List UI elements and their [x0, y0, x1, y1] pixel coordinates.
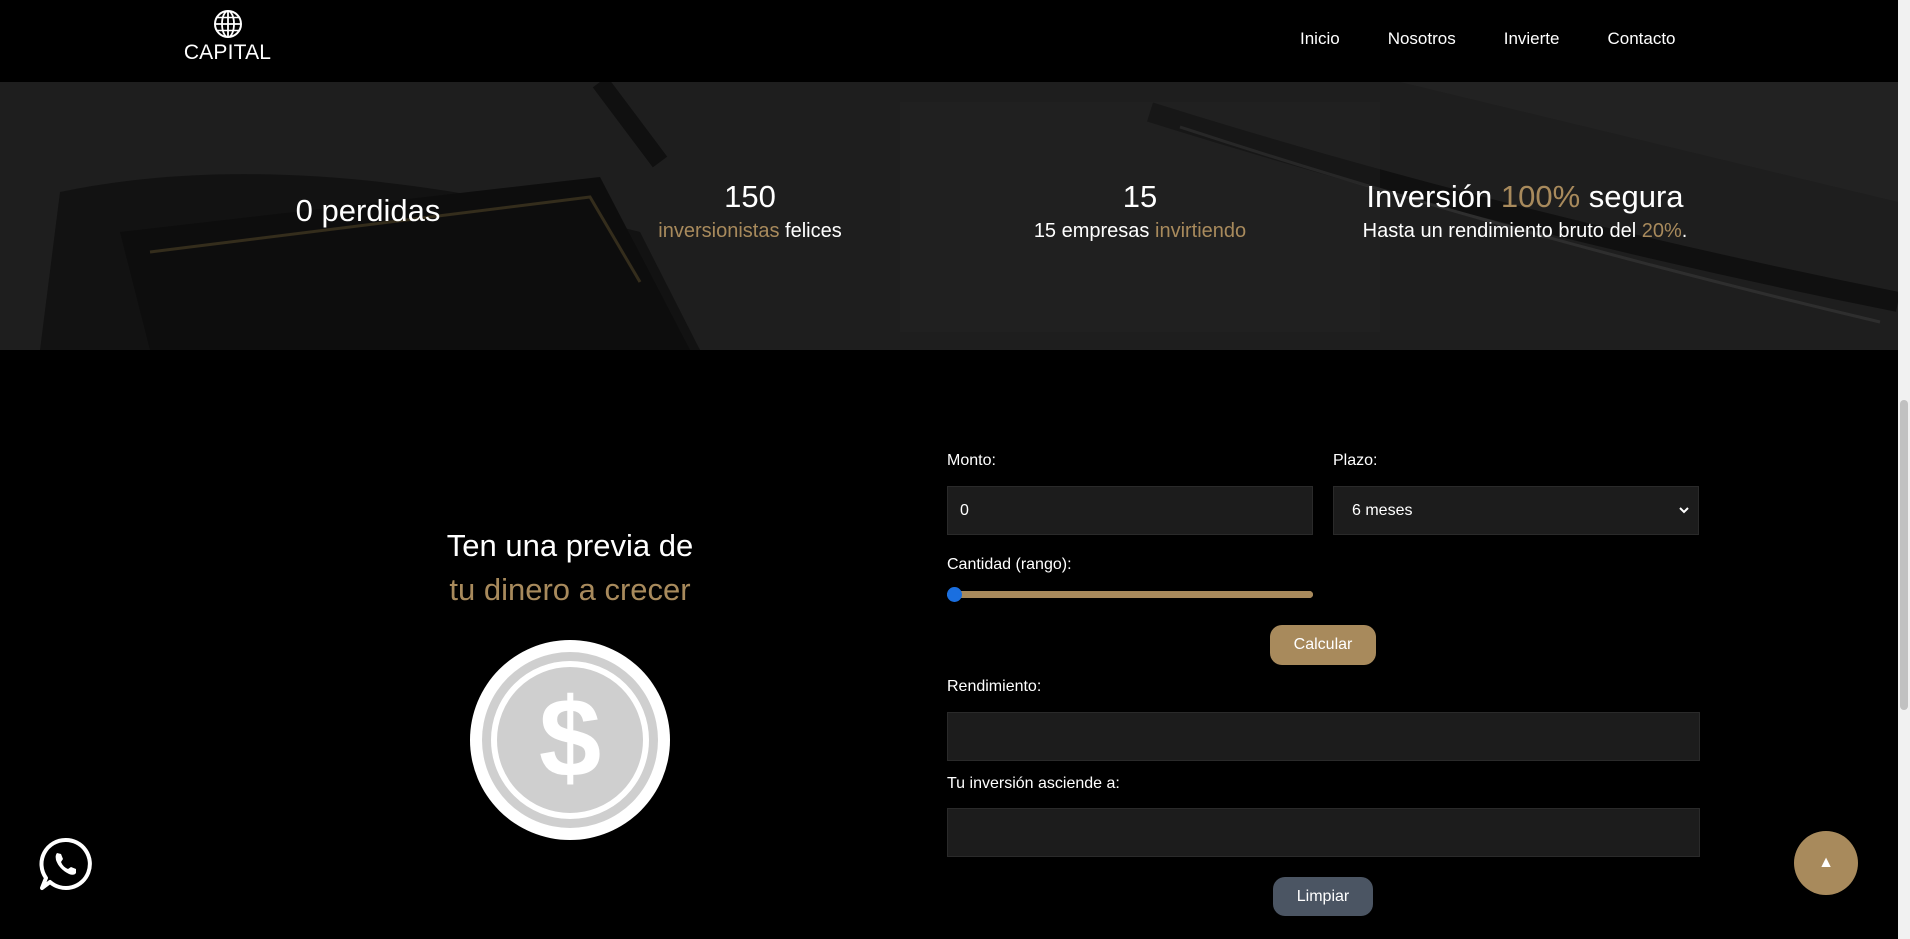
dollar-coin-icon: $ [470, 640, 670, 840]
globe-icon [213, 10, 242, 38]
brand-name: CAPITAL [183, 41, 272, 64]
stat-investors-caption-gold: inversionistas [658, 220, 780, 242]
promo-line-1: Ten una previa de [446, 528, 694, 563]
chevron-down-icon [1679, 507, 1689, 514]
nav-item-contacto[interactable]: Contacto [1607, 29, 1675, 49]
yield-label: Rendimiento: [947, 678, 1042, 695]
stat-secure-caption-pre: Hasta un rendimiento bruto del [1362, 220, 1637, 242]
scrollbar-thumb[interactable] [1900, 400, 1908, 710]
term-select[interactable]: 6 meses [1333, 486, 1699, 535]
range-fill [947, 591, 1313, 598]
stat-secure: Inversión 100% segura Hasta un rendimien… [1330, 178, 1720, 244]
stat-secure-title: Inversión 100% segura [1330, 178, 1720, 216]
stat-investors-value: 150 [724, 179, 776, 214]
range-label: Cantidad (rango): [947, 556, 1072, 573]
stat-investors-caption-rest: felices [785, 220, 842, 242]
total-output[interactable] [947, 808, 1700, 857]
stat-companies-value: 15 [1122, 179, 1158, 214]
clear-button[interactable]: Limpiar [1273, 877, 1373, 916]
navbar: CAPITAL Inicio Nosotros Invierte Contact… [0, 0, 1898, 82]
stat-companies-caption: 15 empresas invirtiendo [1000, 218, 1280, 244]
total-label: Tu inversión asciende a: [947, 775, 1120, 792]
nav-item-nosotros[interactable]: Nosotros [1388, 29, 1456, 49]
nav-menu: Inicio Nosotros Invierte Contacto [1300, 29, 1676, 49]
stat-companies: 15 15 empresas invirtiendo [1000, 178, 1280, 244]
yield-output[interactable] [947, 712, 1700, 761]
calculate-button[interactable]: Calcular [1270, 625, 1376, 665]
amount-input-value: 0 [960, 501, 969, 519]
term-select-value: 6 meses [1352, 501, 1413, 519]
nav-item-invierte[interactable]: Invierte [1504, 29, 1560, 49]
stat-losses-value: 0 perdidas [295, 193, 441, 228]
stat-secure-caption-gold: 20% [1641, 220, 1682, 242]
promo-line-2: tu dinero a crecer [449, 572, 691, 607]
page-scrollbar[interactable] [1898, 0, 1910, 939]
stat-companies-caption-gold: invirtiendo [1155, 220, 1247, 242]
amount-label: Monto: [947, 452, 996, 469]
svg-text:$: $ [539, 675, 601, 800]
whatsapp-icon[interactable] [38, 836, 94, 892]
nav-item-inicio[interactable]: Inicio [1300, 29, 1340, 49]
stat-secure-title-post: segura [1588, 179, 1684, 214]
stat-investors: 150 inversionistas felices [620, 178, 880, 244]
stat-secure-title-pre: Inversión [1366, 179, 1493, 214]
brand-logo[interactable]: CAPITAL [180, 9, 275, 65]
stat-secure-caption: Hasta un rendimiento bruto del 20%. [1330, 218, 1720, 244]
stats-banner: 0 perdidas 150 inversionistas felices 15… [0, 82, 1898, 350]
stat-companies-caption-rest: 15 empresas [1033, 220, 1150, 242]
stat-secure-caption-post: . [1681, 220, 1688, 242]
amount-input[interactable]: 0 [947, 486, 1313, 535]
stat-secure-title-gold: 100% [1500, 179, 1581, 214]
calculator-promo: Ten una previa de tu dinero a crecer [330, 524, 810, 612]
range-slider-thumb[interactable] [947, 587, 962, 602]
stat-losses: 0 perdidas [268, 192, 468, 230]
term-label: Plazo: [1333, 452, 1378, 469]
stat-investors-caption: inversionistas felices [620, 218, 880, 244]
amount-range-slider[interactable] [947, 591, 1313, 598]
scroll-top-button[interactable]: ▲ [1794, 831, 1858, 895]
